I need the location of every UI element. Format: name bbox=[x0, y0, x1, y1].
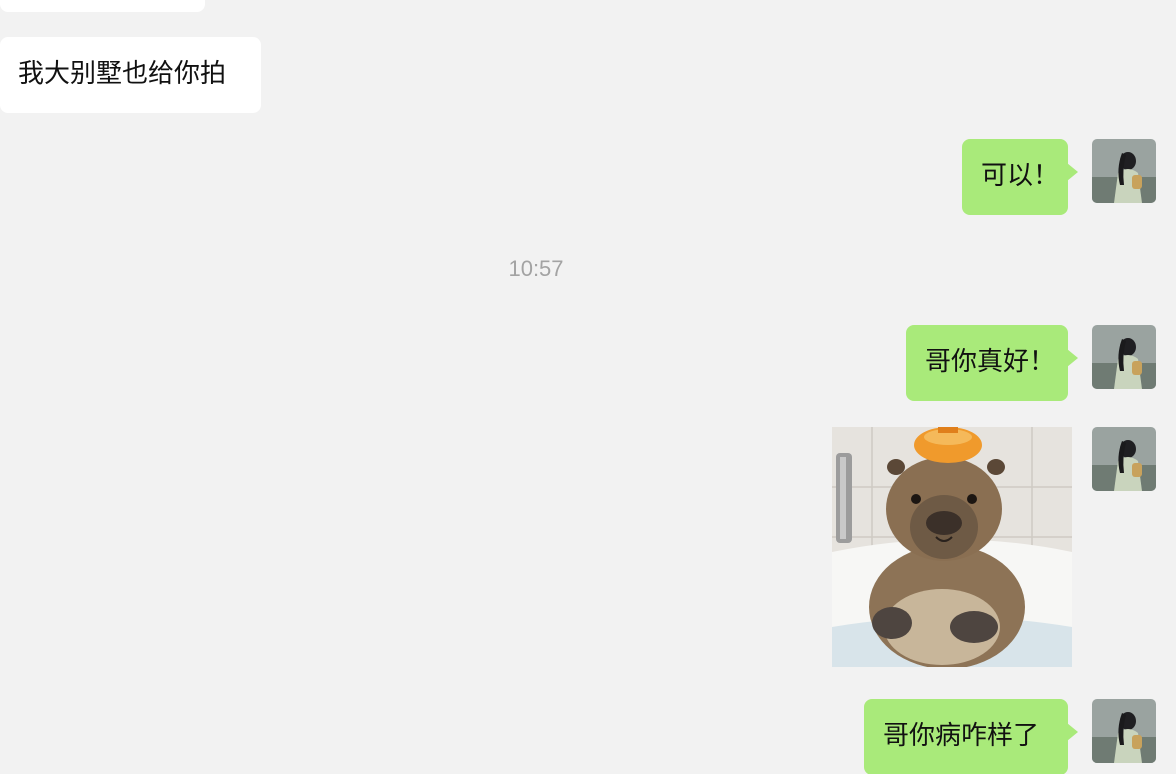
chat-window: 我大别墅也给你拍 可以！ 10:57 哥你真好！ 哥你病咋样了 bbox=[0, 0, 1176, 774]
message-image[interactable] bbox=[832, 427, 1072, 667]
message-text: 哥你病咋样了 bbox=[883, 721, 1040, 751]
message-bubble-outgoing[interactable]: 哥你真好！ bbox=[906, 325, 1078, 401]
user-avatar-icon[interactable] bbox=[1092, 139, 1156, 203]
message-bubble-partial[interactable] bbox=[0, 0, 205, 12]
user-avatar-icon[interactable] bbox=[1092, 427, 1156, 491]
user-avatar-icon[interactable] bbox=[1092, 699, 1156, 763]
message-bubble-outgoing[interactable]: 哥你病咋样了 bbox=[864, 699, 1078, 774]
message-bubble-incoming[interactable]: 我大别墅也给你拍 bbox=[0, 37, 261, 113]
capybara-photo-icon bbox=[832, 427, 1072, 667]
message-text: 我大别墅也给你拍 bbox=[18, 59, 227, 89]
user-avatar-icon[interactable] bbox=[1092, 325, 1156, 389]
message-text: 可以！ bbox=[981, 161, 1060, 191]
message-bubble-outgoing[interactable]: 可以！ bbox=[962, 139, 1078, 215]
timestamp: 10:57 bbox=[508, 256, 564, 281]
message-text: 哥你真好！ bbox=[925, 347, 1056, 377]
